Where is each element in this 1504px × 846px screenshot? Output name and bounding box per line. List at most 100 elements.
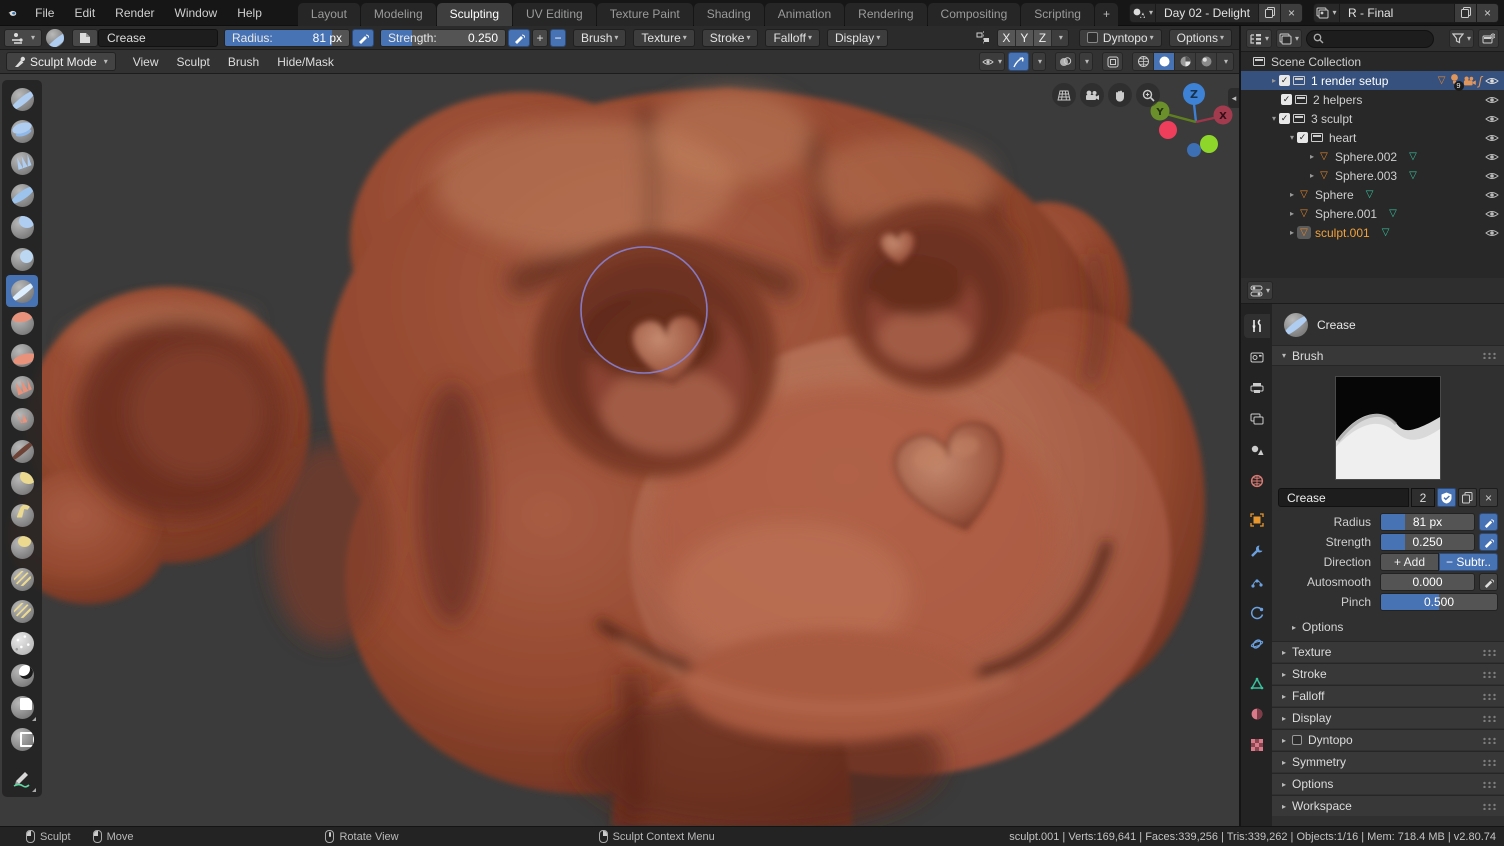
- strength-pressure-toggle[interactable]: [508, 28, 531, 47]
- collapse-arrow-icon[interactable]: ▾: [1269, 114, 1279, 123]
- tab-object-data[interactable]: [1244, 671, 1270, 695]
- stroke-popover[interactable]: Stroke ▾: [701, 28, 759, 47]
- collapse-arrow-icon[interactable]: ▾: [1287, 133, 1297, 142]
- hide-eye-icon[interactable]: [1485, 114, 1499, 124]
- tool-draw[interactable]: [6, 83, 38, 115]
- new-view-layer-button[interactable]: [1454, 3, 1476, 22]
- tool-crease[interactable]: [6, 275, 38, 307]
- gizmo-minus-x-handle[interactable]: [1159, 121, 1177, 139]
- collection-checkbox[interactable]: ✓: [1281, 94, 1292, 105]
- panel-drag-handle[interactable]: [1482, 780, 1496, 788]
- tool-smooth[interactable]: [6, 307, 38, 339]
- falloff-popover[interactable]: Falloff ▾: [765, 28, 820, 47]
- brush-name-field[interactable]: Crease: [1278, 488, 1409, 507]
- panel-drag-handle[interactable]: [1482, 714, 1496, 722]
- tool-clay-strips[interactable]: [6, 147, 38, 179]
- tab-active-tool[interactable]: [1243, 314, 1270, 338]
- hide-eye-icon[interactable]: [1485, 190, 1499, 200]
- scene-name[interactable]: Day 02 - Delight: [1156, 6, 1258, 20]
- direction-add-button[interactable]: + Add: [1380, 553, 1439, 571]
- expand-arrow-icon[interactable]: ▸: [1287, 209, 1297, 218]
- brush-name-field[interactable]: Crease: [98, 28, 219, 47]
- panel-falloff[interactable]: ▸ Falloff: [1272, 685, 1504, 706]
- tab-modifiers[interactable]: [1244, 539, 1270, 563]
- zoom-view-button[interactable]: [1136, 83, 1160, 107]
- gizmo-z-handle[interactable]: Z: [1190, 88, 1198, 101]
- hide-eye-icon[interactable]: [1485, 152, 1499, 162]
- outliner-row-sphere[interactable]: ▸ ▽ Sphere ▽: [1241, 185, 1504, 204]
- tab-uv-editing[interactable]: UV Editing: [513, 2, 596, 26]
- strength-slider[interactable]: 0.250: [1380, 533, 1475, 551]
- menu-help[interactable]: Help: [227, 2, 272, 24]
- shading-rendered-button[interactable]: [1196, 53, 1217, 70]
- tool-elastic-deform[interactable]: [6, 467, 38, 499]
- panel-drag-handle[interactable]: [1482, 692, 1496, 700]
- outliner-row-sphere-001[interactable]: ▸ ▽ Sphere.001 ▽: [1241, 204, 1504, 223]
- shading-material-button[interactable]: [1175, 53, 1196, 70]
- tab-view-layer[interactable]: [1244, 407, 1270, 431]
- tab-world[interactable]: [1244, 469, 1270, 493]
- panel-dyntopo[interactable]: ▸ Dyntopo: [1272, 729, 1504, 750]
- outliner-row-sphere-002[interactable]: ▸ ▽ Sphere.002 ▽: [1241, 147, 1504, 166]
- tab-shading[interactable]: Shading: [693, 2, 764, 26]
- gizmo-x-handle[interactable]: X: [1219, 111, 1227, 122]
- panel-drag-handle[interactable]: [1482, 648, 1496, 656]
- radius-pressure-toggle[interactable]: [1479, 513, 1498, 531]
- autosmooth-pressure-toggle[interactable]: [1479, 573, 1498, 591]
- options-popover[interactable]: Options ▾: [1168, 28, 1232, 47]
- menu-view[interactable]: View: [124, 52, 168, 72]
- expand-arrow-icon[interactable]: ▸: [1287, 228, 1297, 237]
- outliner-row-heart[interactable]: ▾ ✓ heart: [1241, 128, 1504, 147]
- menu-render[interactable]: Render: [105, 2, 164, 24]
- view-layer-icon[interactable]: ▾: [1314, 3, 1340, 22]
- tool-grab[interactable]: [6, 435, 38, 467]
- expand-arrow-icon[interactable]: ▸: [1307, 152, 1317, 161]
- texture-popover[interactable]: Texture ▾: [633, 28, 695, 47]
- close-scene-button[interactable]: ×: [1280, 3, 1302, 22]
- mirror-options-dropdown[interactable]: ▾: [1051, 29, 1068, 46]
- direction-subtract-button[interactable]: − Subtr..: [1439, 553, 1498, 571]
- new-scene-button[interactable]: [1258, 3, 1280, 22]
- panel-symmetry[interactable]: ▸ Symmetry: [1272, 751, 1504, 772]
- outliner-editor-type-button[interactable]: ▾: [1246, 29, 1273, 48]
- tool-layer[interactable]: [6, 179, 38, 211]
- hide-eye-icon[interactable]: [1485, 95, 1499, 105]
- pan-view-button[interactable]: [1108, 83, 1132, 107]
- panel-options[interactable]: ▸ Options: [1272, 773, 1504, 794]
- toggle-grid-button[interactable]: [1052, 83, 1076, 107]
- hide-eye-icon[interactable]: [1485, 209, 1499, 219]
- brush-panel-header[interactable]: ▾ Brush: [1272, 345, 1504, 366]
- add-workspace-button[interactable]: +: [1094, 2, 1118, 26]
- menu-brush[interactable]: Brush: [219, 52, 268, 72]
- gizmo-y-handle[interactable]: Y: [1155, 107, 1164, 118]
- tool-annotate[interactable]: [6, 762, 38, 794]
- brush-preview-image[interactable]: [1335, 376, 1441, 480]
- 3d-viewport[interactable]: Z Y X ◂: [0, 74, 1240, 826]
- display-popover[interactable]: Display ▾: [826, 28, 889, 47]
- tab-modeling[interactable]: Modeling: [360, 2, 436, 26]
- brush-preview-icon[interactable]: [42, 28, 68, 48]
- overlays-options-dropdown[interactable]: ▾: [1079, 52, 1093, 71]
- show-overlays-toggle[interactable]: [1055, 52, 1076, 71]
- outliner-row-sculpt-collection[interactable]: ▾ ✓ 3 sculpt: [1241, 109, 1504, 128]
- collection-checkbox[interactable]: ✓: [1279, 75, 1290, 86]
- object-visibility-popover[interactable]: ▾: [978, 52, 1005, 71]
- direction-subtract-toggle[interactable]: −: [550, 28, 567, 47]
- brush-popover[interactable]: Brush ▾: [573, 28, 627, 47]
- outliner-filter-button[interactable]: ▾: [1448, 29, 1474, 48]
- brush-options-subpanel[interactable]: ▸ Options: [1272, 613, 1504, 640]
- collection-checkbox[interactable]: ✓: [1297, 132, 1308, 143]
- tool-clay[interactable]: [6, 115, 38, 147]
- view-layer-name[interactable]: R - Final: [1340, 6, 1454, 20]
- tool-box-hide[interactable]: [6, 723, 38, 755]
- mirror-x-toggle[interactable]: X: [997, 29, 1016, 46]
- tool-simplify[interactable]: [6, 627, 38, 659]
- fake-user-shield-button[interactable]: [1437, 488, 1456, 507]
- tool-flatten[interactable]: [6, 339, 38, 371]
- scene-icon[interactable]: ▾: [1130, 3, 1156, 22]
- properties-editor-type-button[interactable]: ▾: [1247, 281, 1274, 300]
- strength-pressure-toggle[interactable]: [1479, 533, 1498, 551]
- dyntopo-popover[interactable]: Dyntopo ▾: [1078, 28, 1162, 47]
- tab-output[interactable]: [1244, 376, 1270, 400]
- menu-edit[interactable]: Edit: [64, 2, 105, 24]
